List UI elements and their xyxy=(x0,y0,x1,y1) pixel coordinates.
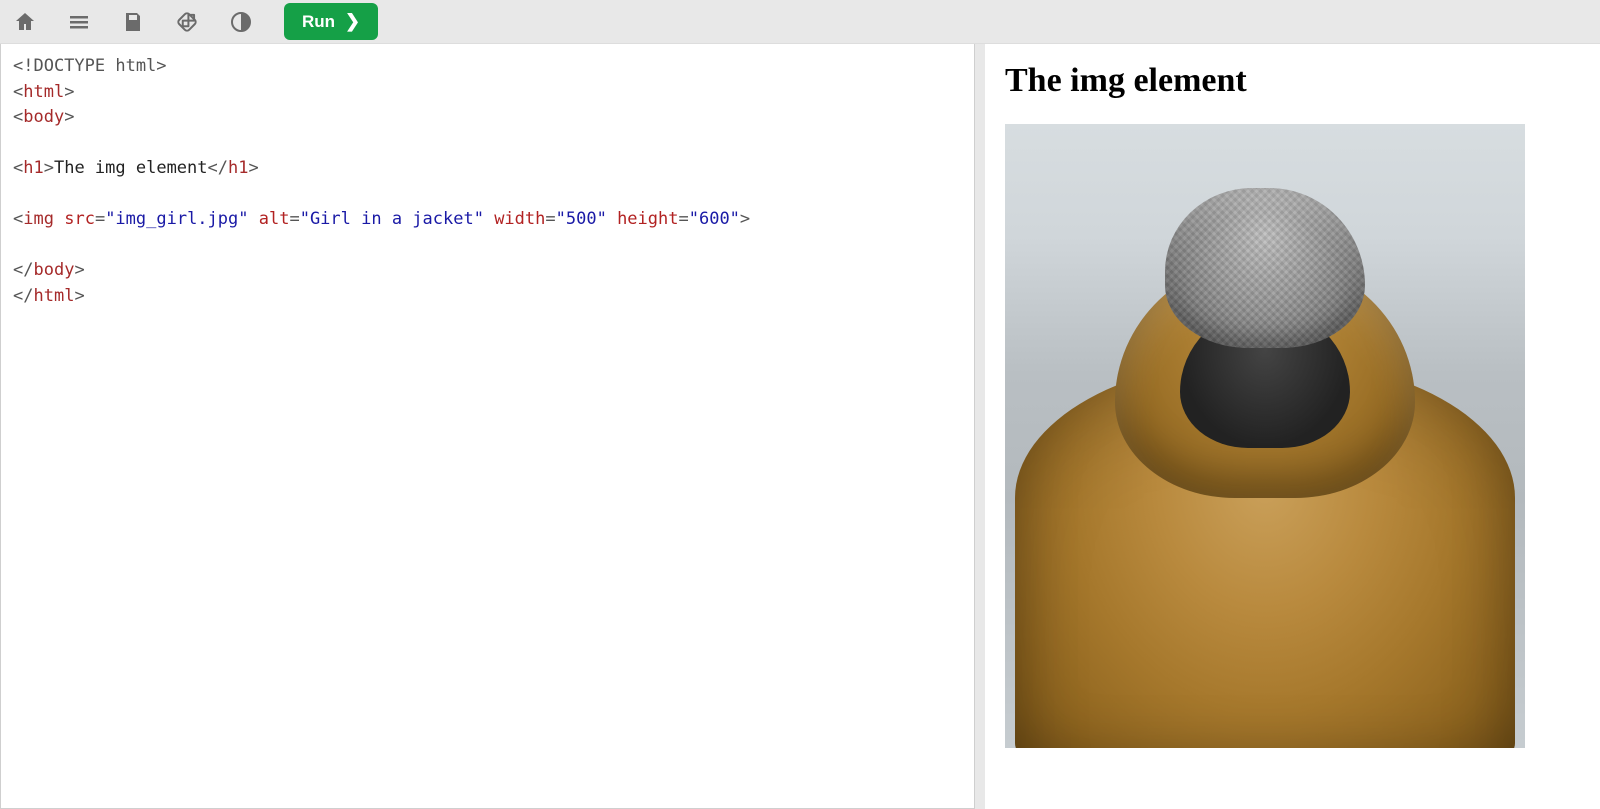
menu-icon[interactable] xyxy=(64,7,94,37)
preview-image xyxy=(1005,124,1525,748)
run-button[interactable]: Run ❯ xyxy=(284,3,378,40)
preview-heading: The img element xyxy=(1005,62,1580,100)
home-icon[interactable] xyxy=(10,7,40,37)
workspace: <!DOCTYPE html><html><body> <h1>The img … xyxy=(0,44,1600,809)
chevron-right-icon: ❯ xyxy=(345,11,360,32)
run-button-label: Run xyxy=(302,12,335,32)
preview-pane: The img element xyxy=(985,44,1600,809)
save-icon[interactable] xyxy=(118,7,148,37)
theme-icon[interactable] xyxy=(226,7,256,37)
figure-hat xyxy=(1165,188,1365,348)
code-editor[interactable]: <!DOCTYPE html><html><body> <h1>The img … xyxy=(0,44,975,809)
pane-divider[interactable] xyxy=(975,44,985,809)
rotate-icon[interactable] xyxy=(172,7,202,37)
toolbar: Run ❯ xyxy=(0,0,1600,44)
